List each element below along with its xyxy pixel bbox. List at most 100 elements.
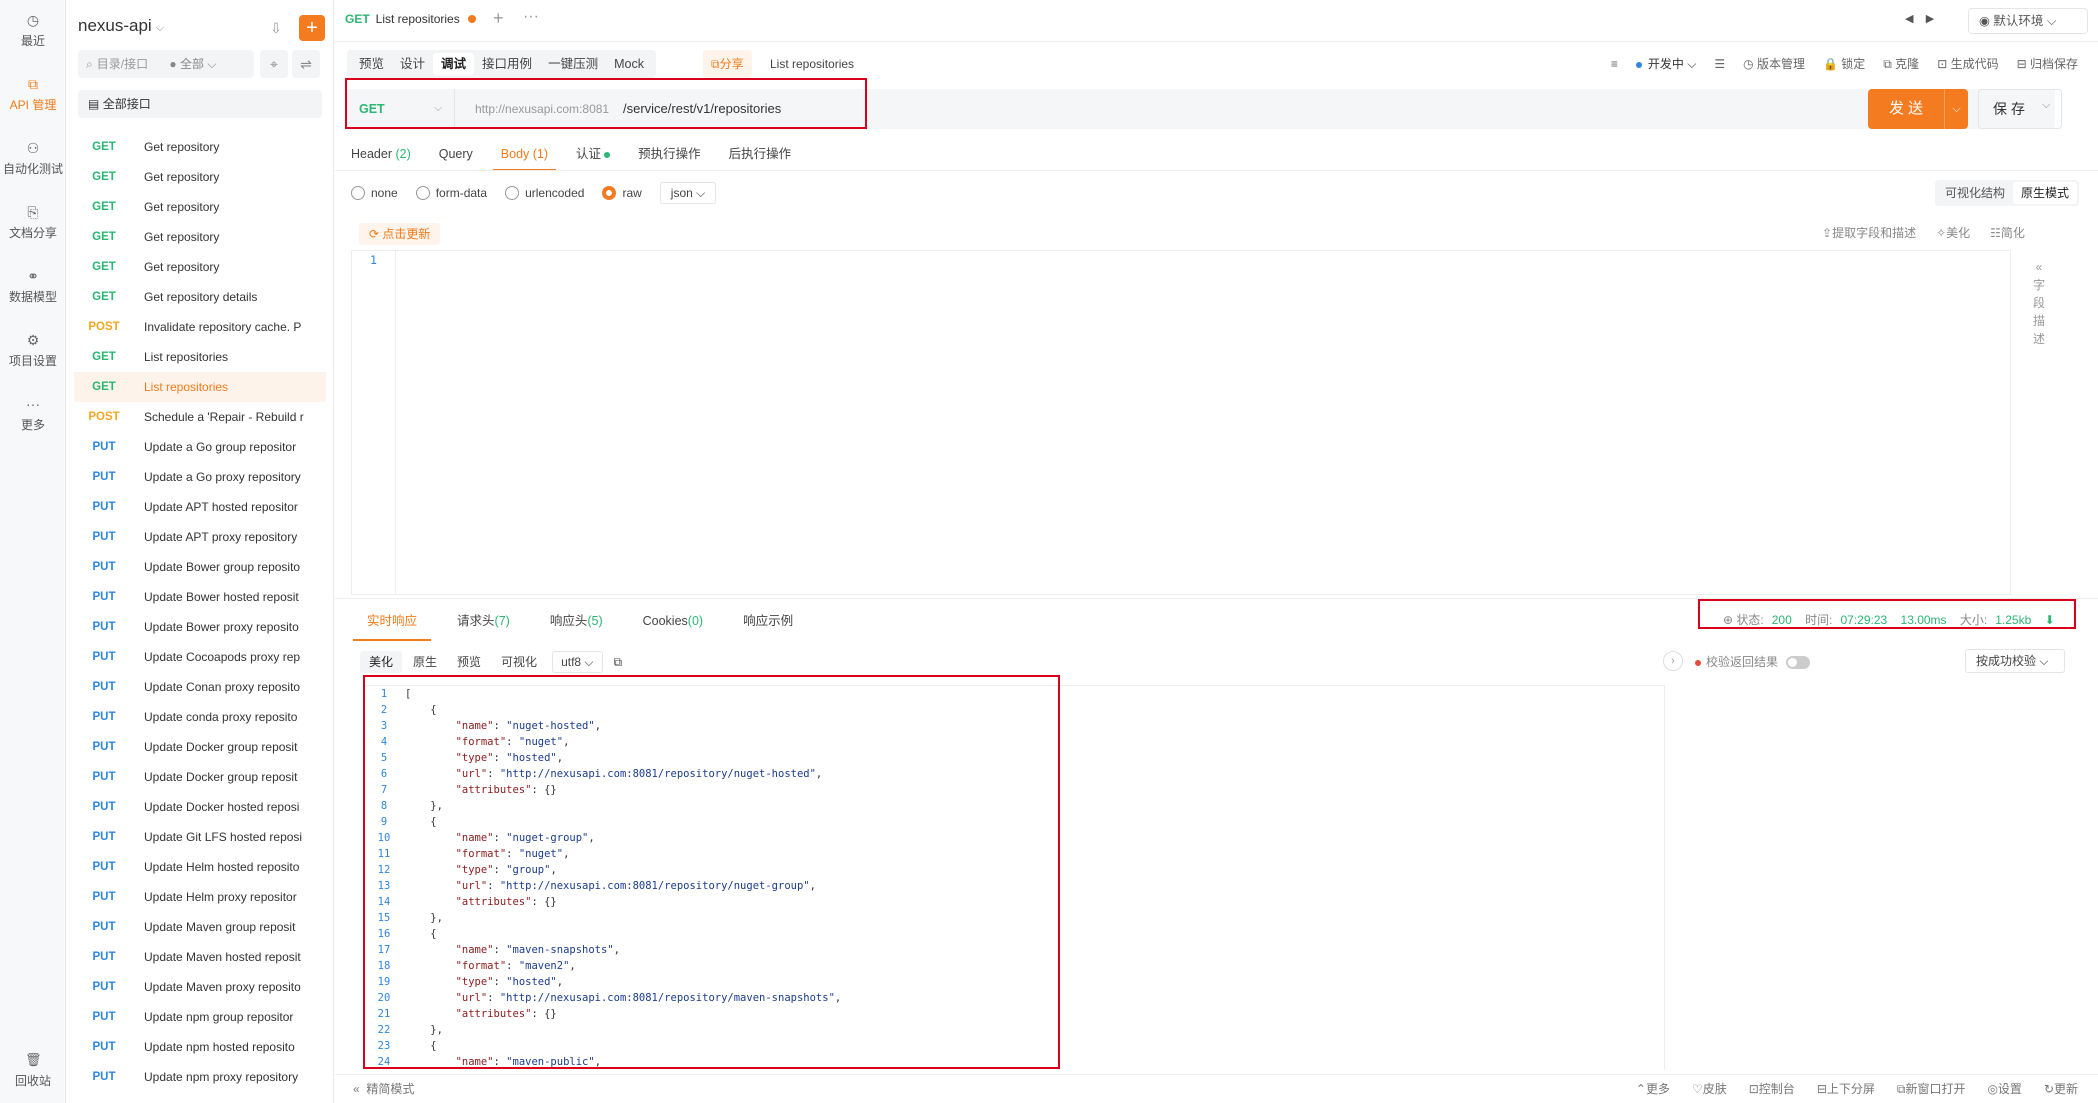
footer-action[interactable]: ⌃更多: [1636, 1075, 1670, 1103]
api-item[interactable]: PUT Update Maven group reposit: [74, 912, 326, 942]
more-icon[interactable]: ···: [523, 8, 539, 26]
body-editor[interactable]: 1: [351, 250, 2011, 595]
mode-visual[interactable]: 可视化结构: [1937, 182, 2013, 204]
api-item[interactable]: PUT Update Bower proxy reposito: [74, 612, 326, 642]
compact-mode-toggle[interactable]: « 精简模式: [353, 1075, 414, 1103]
body-type-none[interactable]: none: [351, 186, 398, 201]
add-api-button[interactable]: +: [299, 15, 325, 41]
api-item[interactable]: PUT Update Bower group reposito: [74, 552, 326, 582]
copy-icon[interactable]: ⧉: [605, 651, 632, 673]
api-item[interactable]: PUT Update Helm proxy repositor: [74, 882, 326, 912]
rail-item-2[interactable]: ⚇ 自动化测试: [0, 140, 66, 177]
tool-lock[interactable]: 🔒 锁定: [1823, 50, 1865, 78]
segment-tab[interactable]: 预览: [351, 50, 392, 78]
footer-action[interactable]: ↻更新: [2044, 1075, 2078, 1103]
segment-tab[interactable]: 接口用例: [474, 50, 540, 78]
footer-action[interactable]: ♡皮肤: [1692, 1075, 1727, 1103]
save-options-icon[interactable]: ⌵: [2042, 99, 2050, 112]
rail-item-trash[interactable]: 🗑 回收站: [0, 1052, 66, 1089]
field-description-panel[interactable]: «字段描述: [2032, 258, 2046, 348]
api-item[interactable]: PUT Update APT hosted repositor: [74, 492, 326, 522]
api-item[interactable]: GET Get repository: [74, 192, 326, 222]
api-item[interactable]: PUT Update Conan proxy reposito: [74, 672, 326, 702]
response-view-option[interactable]: 原生: [404, 651, 446, 673]
request-tab[interactable]: Header (2): [351, 140, 411, 168]
request-tab[interactable]: Body (1): [492, 140, 557, 171]
tool-clone[interactable]: ⧉ 克隆: [1883, 50, 1919, 78]
api-item[interactable]: PUT Update Docker hosted reposi: [74, 792, 326, 822]
rail-item-4[interactable]: ⚭ 数据模型: [0, 268, 66, 305]
tool-gencode[interactable]: ⊡ 生成代码: [1937, 50, 1998, 78]
api-item[interactable]: PUT Update conda proxy reposito: [74, 702, 326, 732]
request-tab[interactable]: Query: [439, 140, 473, 168]
tool-archive[interactable]: ⊟ 归档保存: [2017, 50, 2078, 78]
locate-icon[interactable]: ⌖: [260, 50, 288, 78]
response-tab[interactable]: Cookies(0): [643, 607, 703, 635]
api-item[interactable]: PUT Update APT proxy repository: [74, 522, 326, 552]
extract-fields-button[interactable]: ⇪提取字段和描述: [1822, 224, 1916, 241]
filter-select[interactable]: ● 全部 ⌵: [169, 57, 216, 71]
api-item[interactable]: GET Get repository: [74, 222, 326, 252]
api-item[interactable]: PUT Update Cocoapods proxy rep: [74, 642, 326, 672]
rail-item-1[interactable]: ⧉ API 管理: [0, 76, 66, 113]
rail-item-6[interactable]: ··· 更多: [0, 396, 66, 433]
add-tab-icon[interactable]: +: [493, 8, 504, 29]
align-icon[interactable]: ≡: [1611, 50, 1618, 78]
api-item[interactable]: GET Get repository: [74, 252, 326, 282]
validate-toggle[interactable]: 校验返回结果: [1695, 652, 1811, 672]
body-type-urlencoded[interactable]: urlencoded: [505, 186, 584, 201]
env-select[interactable]: ◉ 默认环境 ⌵: [1968, 8, 2088, 34]
all-apis-folder[interactable]: ▤ 全部接口: [78, 90, 322, 118]
segment-tab[interactable]: 设计: [392, 50, 433, 78]
mode-raw[interactable]: 原生模式: [2013, 182, 2078, 204]
segment-tab[interactable]: 一键压测: [540, 50, 606, 78]
response-tab[interactable]: 实时响应: [352, 607, 432, 641]
import-icon[interactable]: ⇩: [264, 16, 288, 40]
footer-action[interactable]: ⊡控制台: [1749, 1075, 1795, 1103]
api-item[interactable]: PUT Update Docker group reposit: [74, 732, 326, 762]
status-select[interactable]: 开发中 ⌵: [1635, 50, 1696, 78]
api-item[interactable]: PUT Update Bower hosted reposit: [74, 582, 326, 612]
api-item[interactable]: PUT Update a Go group repositor: [74, 432, 326, 462]
api-item[interactable]: GET Get repository: [74, 162, 326, 192]
beautify-button[interactable]: ✧美化: [1936, 224, 1970, 241]
share-button[interactable]: ⧉分享: [703, 50, 752, 78]
encoding-select[interactable]: utf8 ⌵: [552, 651, 603, 673]
body-type-form-data[interactable]: form-data: [415, 186, 487, 201]
request-tab[interactable]: 预执行操作: [638, 140, 701, 168]
api-item[interactable]: GET Get repository: [74, 132, 326, 162]
request-tab[interactable]: 认证: [576, 140, 611, 168]
rail-item-5[interactable]: ⚙ 项目设置: [0, 332, 66, 369]
segment-tab[interactable]: Mock: [606, 50, 652, 78]
api-item[interactable]: PUT Update Maven hosted reposit: [74, 942, 326, 972]
response-tab[interactable]: 请求头(7): [457, 607, 510, 635]
rail-item-3[interactable]: ⎘ 文档分享: [0, 204, 66, 241]
tab-nav-arrows[interactable]: ◀ ▶: [1905, 12, 1934, 25]
success-check-select[interactable]: 按成功校验 ⌵: [1965, 649, 2065, 673]
api-item[interactable]: PUT Update Docker group reposit: [74, 762, 326, 792]
api-item[interactable]: PUT Update Git LFS hosted reposi: [74, 822, 326, 852]
body-type-raw[interactable]: raw: [602, 186, 642, 201]
footer-action[interactable]: ⧉新窗口打开: [1897, 1075, 1966, 1103]
api-item[interactable]: PUT Update npm group repositor: [74, 1002, 326, 1032]
response-view-option[interactable]: 可视化: [492, 651, 546, 673]
footer-action[interactable]: ◎设置: [1987, 1075, 2021, 1103]
response-view-option[interactable]: 美化: [360, 651, 403, 673]
api-item[interactable]: POST Invalidate repository cache. P: [74, 312, 326, 342]
footer-action[interactable]: ⊟上下分屏: [1817, 1075, 1875, 1103]
refresh-button[interactable]: ⟳ 点击更新: [359, 223, 441, 245]
project-switcher[interactable]: nexus-api ⌵: [78, 16, 164, 36]
rail-item-0[interactable]: ◷ 最近: [0, 12, 66, 49]
tab-list-repositories[interactable]: GET List repositories: [345, 12, 476, 26]
request-tab[interactable]: 后执行操作: [729, 140, 792, 168]
segment-tab[interactable]: 调试: [433, 53, 475, 75]
api-item[interactable]: GET List repositories: [74, 372, 326, 402]
history-icon[interactable]: ☰: [1714, 50, 1725, 78]
api-item[interactable]: PUT Update npm hosted reposito: [74, 1032, 326, 1062]
send-options-icon[interactable]: ⌵: [1944, 89, 1968, 129]
response-tab[interactable]: 响应示例: [743, 607, 793, 635]
api-item[interactable]: GET Get repository details: [74, 282, 326, 312]
api-item[interactable]: POST Schedule a 'Repair - Rebuild r: [74, 402, 326, 432]
tool-version[interactable]: ◷ 版本管理: [1743, 50, 1805, 78]
api-item[interactable]: PUT Update Helm hosted reposito: [74, 852, 326, 882]
